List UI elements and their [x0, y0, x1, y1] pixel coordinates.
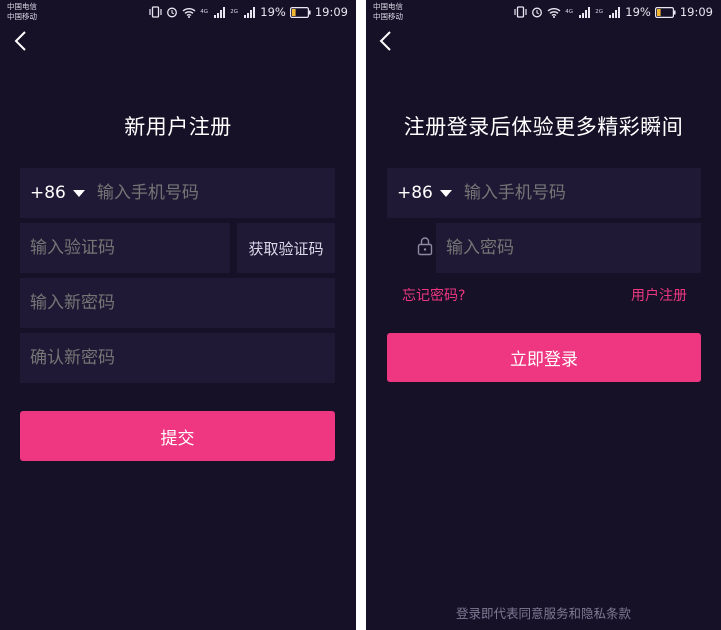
phone-input-row[interactable]: +86 — [387, 168, 701, 218]
signal-icon — [214, 6, 226, 18]
status-bar: 中国电信 中国移动 4G 2G 19% 19:09 — [366, 0, 721, 26]
country-code-selector[interactable]: +86 — [30, 183, 85, 203]
battery-percent: 19% — [260, 5, 286, 19]
status-bar: 中国电信 中国移动 4G 2G 19% 19:09 — [0, 0, 356, 26]
carrier-telecom: 中国电信 — [373, 2, 403, 11]
dropdown-triangle-icon — [439, 189, 452, 197]
submit-button[interactable]: 提交 — [20, 411, 335, 461]
verification-code-input[interactable] — [30, 238, 230, 258]
back-arrow-icon[interactable] — [375, 29, 399, 53]
signal-icon — [579, 6, 591, 18]
battery-icon — [289, 6, 311, 18]
signal-icon-2 — [244, 6, 256, 18]
confirm-password-input[interactable] — [30, 348, 335, 368]
page-title: 注册登录后体验更多精彩瞬间 — [403, 115, 684, 139]
alarm-icon — [167, 7, 178, 18]
status-icons: 4G 2G 19% 19:09 — [149, 5, 348, 19]
carrier-telecom: 中国电信 — [7, 2, 37, 11]
new-password-row[interactable] — [20, 278, 335, 328]
password-input[interactable] — [446, 238, 701, 258]
network-4g-label: 4G — [200, 9, 209, 15]
country-code-label: +86 — [30, 183, 66, 203]
battery-icon — [654, 6, 676, 18]
login-button[interactable]: 立即登录 — [387, 333, 701, 382]
password-input-row[interactable] — [436, 223, 701, 273]
vibrate-icon — [514, 6, 527, 18]
clock-time: 19:09 — [314, 5, 348, 19]
phone-input[interactable] — [96, 183, 335, 203]
clock-time: 19:09 — [679, 5, 713, 19]
code-input-row[interactable] — [20, 223, 230, 273]
lock-icon — [417, 237, 433, 256]
alarm-icon — [532, 7, 543, 18]
carrier-mobile: 中国移动 — [373, 12, 403, 21]
page-title: 新用户注册 — [124, 115, 232, 139]
network-2g-label: 2G — [595, 9, 604, 15]
carrier-mobile: 中国移动 — [7, 12, 37, 21]
user-register-link[interactable]: 用户注册 — [631, 285, 687, 305]
status-icons: 4G 2G 19% 19:09 — [514, 5, 713, 19]
network-4g-label: 4G — [565, 9, 574, 15]
network-2g-label: 2G — [230, 9, 239, 15]
country-code-selector[interactable]: +86 — [397, 183, 452, 203]
country-code-label: +86 — [397, 183, 433, 203]
wifi-icon — [547, 7, 561, 18]
register-screen: 中国电信 中国移动 4G 2G 19% 19:09 新用户注册 +86 获取验证… — [0, 0, 356, 630]
carrier-labels: 中国电信 中国移动 — [373, 2, 403, 22]
signal-icon-2 — [609, 6, 621, 18]
terms-text[interactable]: 登录即代表同意服务和隐私条款 — [366, 603, 721, 622]
phone-input[interactable] — [463, 183, 701, 203]
confirm-password-row[interactable] — [20, 333, 335, 383]
carrier-labels: 中国电信 中国移动 — [7, 2, 37, 22]
phone-input-row[interactable]: +86 — [20, 168, 335, 218]
back-arrow-icon[interactable] — [10, 29, 34, 53]
battery-percent: 19% — [625, 5, 651, 19]
forgot-password-link[interactable]: 忘记密码? — [402, 285, 465, 305]
new-password-input[interactable] — [30, 293, 335, 313]
wifi-icon — [182, 7, 196, 18]
get-code-button[interactable]: 获取验证码 — [237, 223, 335, 273]
login-screen: 中国电信 中国移动 4G 2G 19% 19:09 注册登录后体验更多精彩瞬间 … — [366, 0, 721, 630]
vibrate-icon — [149, 6, 162, 18]
dropdown-triangle-icon — [72, 189, 85, 197]
